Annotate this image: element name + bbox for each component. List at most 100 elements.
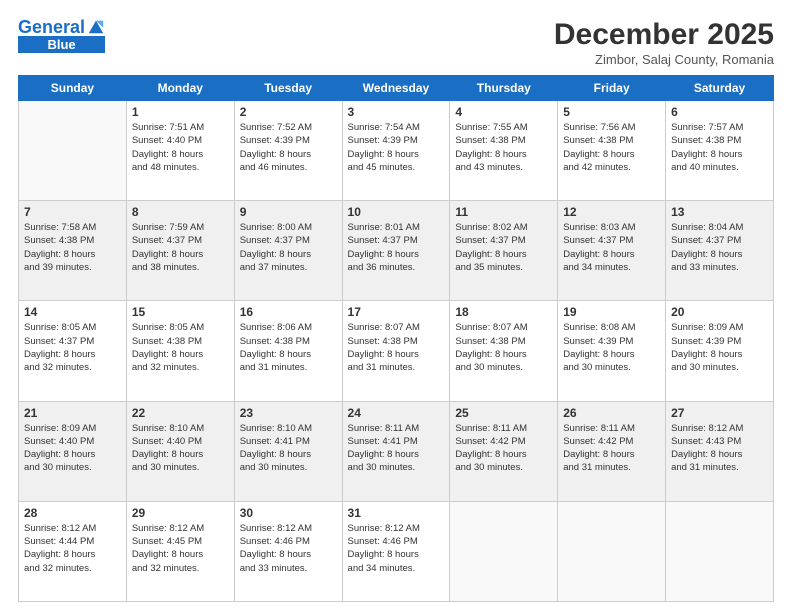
day-number: 11: [455, 205, 552, 219]
day-info: Sunrise: 8:11 AMSunset: 4:41 PMDaylight:…: [348, 422, 445, 475]
table-row: 2 Sunrise: 7:52 AMSunset: 4:39 PMDaylight…: [234, 101, 342, 201]
day-info: Sunrise: 8:11 AMSunset: 4:42 PMDaylight:…: [455, 422, 552, 475]
col-wednesday: Wednesday: [342, 76, 450, 101]
day-info: Sunrise: 8:12 AMSunset: 4:43 PMDaylight:…: [671, 422, 768, 475]
day-info: Sunrise: 8:12 AMSunset: 4:46 PMDaylight:…: [348, 522, 445, 575]
day-info: Sunrise: 8:12 AMSunset: 4:44 PMDaylight:…: [24, 522, 121, 575]
day-info: Sunrise: 7:55 AMSunset: 4:38 PMDaylight:…: [455, 121, 552, 174]
day-number: 17: [348, 305, 445, 319]
day-number: 6: [671, 105, 768, 119]
calendar-table: Sunday Monday Tuesday Wednesday Thursday…: [18, 75, 774, 602]
day-number: 24: [348, 406, 445, 420]
day-info: Sunrise: 8:12 AMSunset: 4:46 PMDaylight:…: [240, 522, 337, 575]
day-number: 19: [563, 305, 660, 319]
table-row: [558, 501, 666, 601]
day-info: Sunrise: 8:08 AMSunset: 4:39 PMDaylight:…: [563, 321, 660, 374]
table-row: 8Sunrise: 7:59 AMSunset: 4:37 PMDaylight…: [126, 201, 234, 301]
col-tuesday: Tuesday: [234, 76, 342, 101]
day-info: Sunrise: 7:58 AMSunset: 4:38 PMDaylight:…: [24, 221, 121, 274]
table-row: 5 Sunrise: 7:56 AMSunset: 4:38 PMDaylight…: [558, 101, 666, 201]
table-row: 13 Sunrise: 8:04 AMSunset: 4:37 PMDayligh…: [666, 201, 774, 301]
table-row: 16 Sunrise: 8:06 AMSunset: 4:38 PMDayligh…: [234, 301, 342, 401]
calendar-week-row: 1Sunrise: 7:51 AMSunset: 4:40 PMDaylight…: [19, 101, 774, 201]
day-number: 27: [671, 406, 768, 420]
table-row: 25Sunrise: 8:11 AMSunset: 4:42 PMDayligh…: [450, 401, 558, 501]
calendar-week-row: 14 Sunrise: 8:05 AMSunset: 4:37 PMDayligh…: [19, 301, 774, 401]
day-info: Sunrise: 8:00 AMSunset: 4:37 PMDaylight:…: [240, 221, 337, 274]
col-saturday: Saturday: [666, 76, 774, 101]
month-title: December 2025: [554, 18, 774, 52]
day-number: 14: [24, 305, 121, 319]
day-info: Sunrise: 8:10 AMSunset: 4:41 PMDaylight:…: [240, 422, 337, 475]
col-thursday: Thursday: [450, 76, 558, 101]
day-number: 7: [24, 205, 121, 219]
day-number: 23: [240, 406, 337, 420]
table-row: 6 Sunrise: 7:57 AMSunset: 4:38 PMDaylight…: [666, 101, 774, 201]
day-info: Sunrise: 8:09 AMSunset: 4:40 PMDaylight:…: [24, 422, 121, 475]
day-number: 26: [563, 406, 660, 420]
table-row: 24 Sunrise: 8:11 AMSunset: 4:41 PMDayligh…: [342, 401, 450, 501]
day-info: Sunrise: 7:57 AMSunset: 4:38 PMDaylight:…: [671, 121, 768, 174]
table-row: [450, 501, 558, 601]
day-info: Sunrise: 7:56 AMSunset: 4:38 PMDaylight:…: [563, 121, 660, 174]
day-info: Sunrise: 8:06 AMSunset: 4:38 PMDaylight:…: [240, 321, 337, 374]
table-row: 3 Sunrise: 7:54 AMSunset: 4:39 PMDaylight…: [342, 101, 450, 201]
day-number: 18: [455, 305, 552, 319]
day-info: Sunrise: 7:51 AMSunset: 4:40 PMDaylight:…: [132, 121, 229, 174]
day-number: 29: [132, 506, 229, 520]
day-number: 2: [240, 105, 337, 119]
location-subtitle: Zimbor, Salaj County, Romania: [554, 52, 774, 67]
day-info: Sunrise: 8:09 AMSunset: 4:39 PMDaylight:…: [671, 321, 768, 374]
day-number: 16: [240, 305, 337, 319]
title-block: December 2025 Zimbor, Salaj County, Roma…: [554, 18, 774, 67]
day-number: 13: [671, 205, 768, 219]
day-info: Sunrise: 8:07 AMSunset: 4:38 PMDaylight:…: [455, 321, 552, 374]
day-info: Sunrise: 7:54 AMSunset: 4:39 PMDaylight:…: [348, 121, 445, 174]
day-info: Sunrise: 8:12 AMSunset: 4:45 PMDaylight:…: [132, 522, 229, 575]
table-row: 14 Sunrise: 8:05 AMSunset: 4:37 PMDayligh…: [19, 301, 127, 401]
calendar-week-row: 21 Sunrise: 8:09 AMSunset: 4:40 PMDayligh…: [19, 401, 774, 501]
day-info: Sunrise: 8:07 AMSunset: 4:38 PMDaylight:…: [348, 321, 445, 374]
col-friday: Friday: [558, 76, 666, 101]
day-number: 15: [132, 305, 229, 319]
table-row: 30 Sunrise: 8:12 AMSunset: 4:46 PMDayligh…: [234, 501, 342, 601]
table-row: 21 Sunrise: 8:09 AMSunset: 4:40 PMDayligh…: [19, 401, 127, 501]
table-row: 9 Sunrise: 8:00 AMSunset: 4:37 PMDaylight…: [234, 201, 342, 301]
page: General Blue December 2025 Zimbor, Salaj…: [0, 0, 792, 612]
day-info: Sunrise: 8:05 AMSunset: 4:37 PMDaylight:…: [24, 321, 121, 374]
table-row: 27 Sunrise: 8:12 AMSunset: 4:43 PMDayligh…: [666, 401, 774, 501]
table-row: [19, 101, 127, 201]
day-number: 21: [24, 406, 121, 420]
table-row: 26 Sunrise: 8:11 AMSunset: 4:42 PMDayligh…: [558, 401, 666, 501]
day-number: 10: [348, 205, 445, 219]
day-number: 12: [563, 205, 660, 219]
day-number: 20: [671, 305, 768, 319]
table-row: 29 Sunrise: 8:12 AMSunset: 4:45 PMDayligh…: [126, 501, 234, 601]
logo-text: General: [18, 18, 85, 38]
table-row: 1Sunrise: 7:51 AMSunset: 4:40 PMDaylight…: [126, 101, 234, 201]
calendar-week-row: 7 Sunrise: 7:58 AMSunset: 4:38 PMDaylight…: [19, 201, 774, 301]
logo-icon: [87, 17, 105, 35]
day-number: 4: [455, 105, 552, 119]
day-info: Sunrise: 8:01 AMSunset: 4:37 PMDaylight:…: [348, 221, 445, 274]
table-row: 15Sunrise: 8:05 AMSunset: 4:38 PMDayligh…: [126, 301, 234, 401]
table-row: 22Sunrise: 8:10 AMSunset: 4:40 PMDayligh…: [126, 401, 234, 501]
day-number: 30: [240, 506, 337, 520]
day-info: Sunrise: 7:52 AMSunset: 4:39 PMDaylight:…: [240, 121, 337, 174]
table-row: 7 Sunrise: 7:58 AMSunset: 4:38 PMDaylight…: [19, 201, 127, 301]
day-info: Sunrise: 8:11 AMSunset: 4:42 PMDaylight:…: [563, 422, 660, 475]
day-info: Sunrise: 8:04 AMSunset: 4:37 PMDaylight:…: [671, 221, 768, 274]
day-number: 22: [132, 406, 229, 420]
day-number: 3: [348, 105, 445, 119]
table-row: 18 Sunrise: 8:07 AMSunset: 4:38 PMDayligh…: [450, 301, 558, 401]
table-row: 20 Sunrise: 8:09 AMSunset: 4:39 PMDayligh…: [666, 301, 774, 401]
table-row: 23 Sunrise: 8:10 AMSunset: 4:41 PMDayligh…: [234, 401, 342, 501]
table-row: 4 Sunrise: 7:55 AMSunset: 4:38 PMDaylight…: [450, 101, 558, 201]
table-row: 11Sunrise: 8:02 AMSunset: 4:37 PMDayligh…: [450, 201, 558, 301]
table-row: 10 Sunrise: 8:01 AMSunset: 4:37 PMDayligh…: [342, 201, 450, 301]
day-number: 9: [240, 205, 337, 219]
day-number: 5: [563, 105, 660, 119]
table-row: 12Sunrise: 8:03 AMSunset: 4:37 PMDayligh…: [558, 201, 666, 301]
calendar-week-row: 28Sunrise: 8:12 AMSunset: 4:44 PMDayligh…: [19, 501, 774, 601]
col-sunday: Sunday: [19, 76, 127, 101]
